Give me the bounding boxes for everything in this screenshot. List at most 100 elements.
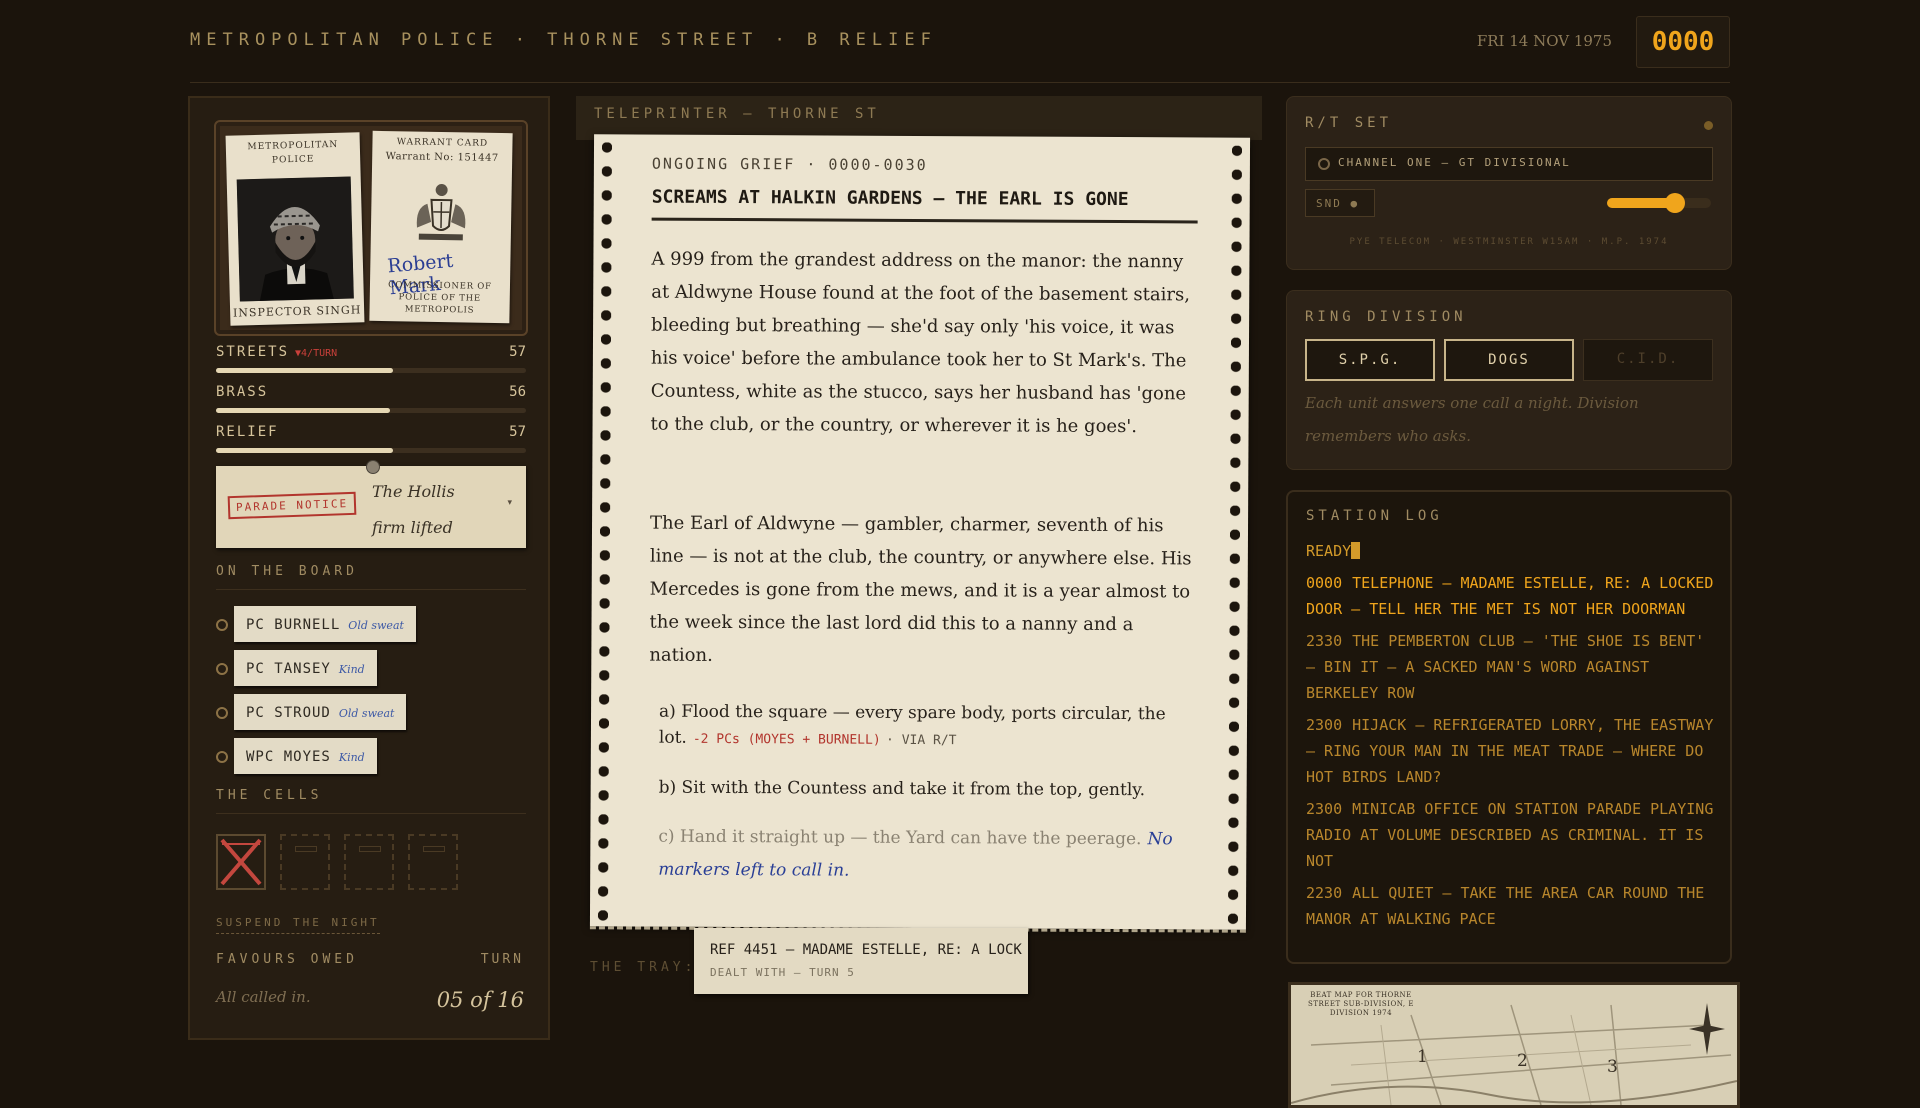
sprocket-holes (597, 142, 613, 923)
log-entry-time: 2230 (1306, 884, 1343, 902)
log-entry-text: MINICAB OFFICE ON STATION PARADE PLAYING… (1306, 800, 1714, 870)
choice-b[interactable]: b) Sit with the Countess and take it fro… (659, 775, 1199, 804)
rt-set-panel: R/T SET CHANNEL ONE — GT DIVISIONAL SND … (1286, 96, 1732, 270)
channel-label: CHANNEL ONE — GT DIVISIONAL (1338, 156, 1571, 169)
officer-tag-name: PC BURNELL (246, 617, 341, 633)
cell-slot-empty (280, 834, 330, 890)
stat-label: BRASS (216, 384, 269, 400)
parade-notice-stamp: PARADE NOTICE (227, 491, 357, 520)
ring-spg-button[interactable]: S.P.G. (1305, 339, 1435, 381)
officer-tag[interactable]: PC STROUD Old sweat (234, 694, 407, 730)
sprocket-holes (1227, 145, 1243, 926)
log-entry: 2300 MINICAB OFFICE ON STATION PARADE PLA… (1306, 796, 1714, 874)
cursor-icon (1351, 542, 1361, 559)
warrant-title: WARRANT CARD (396, 137, 489, 149)
map-caption: BEAT MAP FOR THORNE STREET SUB-DIVISION,… (1308, 991, 1414, 1017)
cells-label: THE CELLS (216, 788, 526, 814)
volume-slider[interactable] (1607, 193, 1711, 213)
warrant-number: Warrant No: 151447 (385, 151, 499, 164)
tray-slip-ref: REF 4451 — MADAME ESTELLE, RE: A LOCK (710, 942, 1022, 958)
cell-slot-empty (344, 834, 394, 890)
beat-number: 1 (1417, 1047, 1428, 1067)
stat-label: STREETS (216, 344, 290, 360)
teleprinter-header: TELEPRINTER — THORNE ST (576, 96, 1262, 140)
stat-label: RELIEF (216, 424, 279, 440)
tray-slip[interactable]: REF 4451 — MADAME ESTELLE, RE: A LOCK DE… (694, 928, 1028, 994)
game-date: FRI 14 NOV 1975 (1476, 32, 1612, 50)
log-entry-time: 2300 (1306, 800, 1343, 818)
teleprinter-title: TELEPRINTER — THORNE ST (594, 106, 880, 122)
roster-radio[interactable] (216, 619, 228, 631)
ring-division-title: RING DIVISION (1305, 309, 1467, 325)
stat-trend: ▼4/TURN (295, 348, 338, 359)
officer-tag-trait: Old sweat (348, 619, 404, 632)
royal-crest-icon (409, 181, 474, 244)
log-entry-time: 0000 (1306, 574, 1343, 592)
log-ready-text: READY (1306, 542, 1352, 560)
stat-bar (216, 448, 526, 453)
log-entry-time: 2300 (1306, 716, 1343, 734)
channel-selector[interactable]: CHANNEL ONE — GT DIVISIONAL (1305, 147, 1713, 181)
choice-a-via: · VIA R/T (886, 732, 957, 749)
tray-label: THE TRAY: (590, 960, 697, 975)
id-wallet: METROPOLITAN POLICE INSPECTOR SINGH WARR… (214, 120, 528, 336)
station-title: METROPOLITAN POLICE · THORNE STREET · B … (190, 30, 937, 50)
stat-value: 56 (509, 384, 526, 400)
log-entry: 0000 TELEPHONE — MADAME ESTELLE, RE: A LO… (1306, 570, 1714, 622)
log-entry: 2230 ALL QUIET — TAKE THE AREA CAR ROUND … (1306, 880, 1714, 932)
choice-c-text: c) Hand it straight up — the Yard can ha… (658, 826, 1142, 850)
stat-value: 57 (509, 424, 526, 440)
beat-number: 2 (1517, 1051, 1528, 1071)
cell-bar-icon (359, 846, 381, 852)
incident-headline: SCREAMS AT HALKIN GARDENS — THE EARL IS … (651, 186, 1198, 224)
commissioner-title: COMMISSIONER OF POLICE OF THE METROPOLIS (388, 280, 492, 316)
ring-dogs-button[interactable]: DOGS (1444, 339, 1574, 381)
officer-name: INSPECTOR SINGH (232, 303, 362, 320)
log-prompt: READY (1306, 542, 1361, 560)
id-card-org: METROPOLITAN POLICE (247, 139, 339, 166)
suspend-night-link[interactable]: SUSPEND THE NIGHT (216, 916, 380, 934)
stat-bar-fill (216, 448, 393, 453)
cell-slot-empty (408, 834, 458, 890)
choice-a[interactable]: a) Flood the square — every spare body, … (659, 699, 1199, 756)
roster-radio[interactable] (216, 707, 228, 719)
beat-map[interactable]: BEAT MAP FOR THORNE STREET SUB-DIVISION,… (1288, 982, 1740, 1108)
favours-label: FAVOURS OWED (216, 952, 358, 967)
parade-notice-text: The Hollis firm lifted (372, 482, 455, 537)
choice-a-cost: -2 PCs (MOYES + BURNELL) (692, 731, 881, 748)
warrant-card: WARRANT CARD Warrant No: 151447 Robert M… (369, 130, 513, 324)
volume-handle[interactable] (1664, 193, 1685, 213)
officer-tag[interactable]: PC TANSEY Kind (234, 650, 377, 686)
roster-radio[interactable] (216, 751, 228, 763)
chevron-down-icon[interactable]: ▾ (507, 498, 512, 508)
officer-tag[interactable]: PC BURNELL Old sweat (234, 606, 416, 642)
parade-notice[interactable]: PARADE NOTICE The Hollis firm lifted ▾ (216, 460, 526, 548)
rt-title: R/T SET (1305, 115, 1393, 131)
favours-value: All called in. (216, 988, 311, 1006)
stat-value: 57 (509, 344, 526, 360)
log-entry-text: THE PEMBERTON CLUB — 'THE SHOE IS BENT' … (1306, 632, 1705, 702)
knob-icon (1318, 158, 1330, 170)
turn-label: TURN (480, 952, 524, 967)
roster-radio[interactable] (216, 663, 228, 675)
cross-icon (220, 838, 262, 886)
beat-number: 3 (1607, 1057, 1618, 1077)
pin-icon (366, 460, 380, 474)
rt-maker-plate: PYE TELECOM · WESTMINSTER W15AM · M.P. 1… (1349, 237, 1669, 247)
choice-c-disabled: c) Hand it straight up — the Yard can ha… (658, 821, 1198, 890)
indicator-lamp-icon (1704, 121, 1713, 130)
top-bar: METROPOLITAN POLICE · THORNE STREET · B … (190, 0, 1730, 83)
officer-tag-trait: Kind (338, 663, 365, 676)
station-log-panel: STATION LOG READY 0000 TELEPHONE — MADAME… (1286, 490, 1732, 964)
log-entries[interactable]: 0000 TELEPHONE — MADAME ESTELLE, RE: A LO… (1306, 570, 1714, 954)
teleprinter-paper: ONGOING GRIEF · 0000-0030 SCREAMS AT HAL… (589, 134, 1251, 933)
officer-tag-trait: Old sweat (338, 707, 395, 720)
incident-body: A 999 from the grandest address on the m… (650, 248, 1191, 438)
tray-slip-status: DEALT WITH — TURN 5 (710, 966, 855, 979)
officer-tag[interactable]: WPC MOYES Kind (234, 738, 377, 774)
incident-ref: ONGOING GRIEF · 0000-0030 (651, 154, 928, 175)
officer-tag-name: WPC MOYES (246, 749, 331, 765)
sound-toggle[interactable]: SND ● (1305, 189, 1375, 217)
inspector-panel: METROPOLITAN POLICE INSPECTOR SINGH WARR… (188, 96, 550, 1040)
stat-bar-fill (216, 408, 390, 413)
